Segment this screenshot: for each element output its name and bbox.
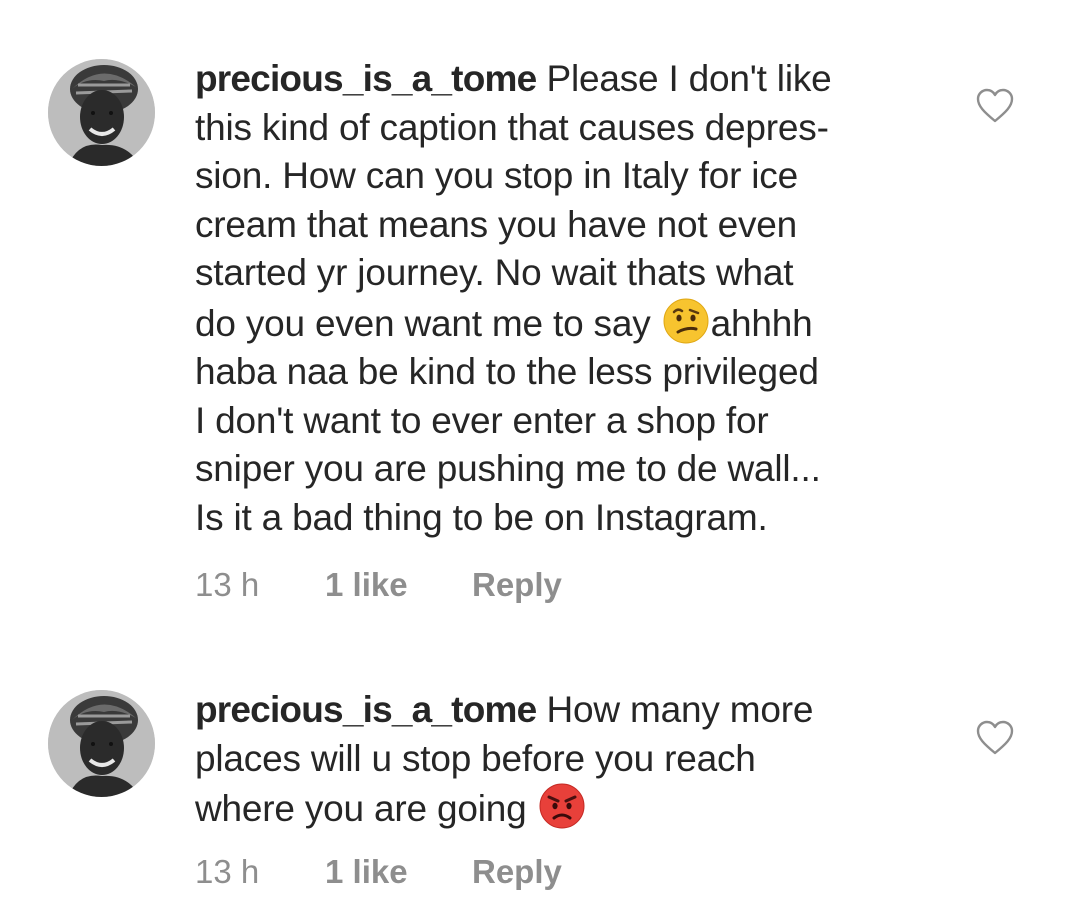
comment-line: sion. How can you stop in Italy for ice xyxy=(195,155,798,196)
confused-face-emoji xyxy=(663,298,709,343)
comment-line: precious_is_a_tome How many more xyxy=(195,686,925,735)
comment-line: where you are going xyxy=(195,783,925,834)
reply-button[interactable]: Reply xyxy=(472,852,562,892)
avatar[interactable] xyxy=(48,59,155,166)
username-link[interactable]: precious_is_a_tome xyxy=(195,58,537,99)
comment-line: places will u stop before you reach xyxy=(195,737,756,779)
likes-count-link[interactable]: 1 like xyxy=(325,565,408,605)
comment-line: I don't want to ever enter a shop for xyxy=(195,399,769,441)
like-heart-icon[interactable] xyxy=(976,720,1014,756)
timestamp: 13 h xyxy=(195,853,260,890)
comment-item: precious_is_a_tome Please I don't like t… xyxy=(0,0,1079,620)
comment-text: precious_is_a_tome Please I don't like t… xyxy=(195,55,925,542)
avatar-image xyxy=(48,690,155,797)
comment-line: do you even want me to say ahhhh xyxy=(195,298,925,349)
comment-line: Is it a bad thing to be on Instagram. xyxy=(195,496,768,538)
likes-count-link[interactable]: 1 like xyxy=(325,852,408,892)
comment-text-segment: Please I don't like xyxy=(536,58,832,99)
comment-line: sniper you are pushing me to de wall... xyxy=(195,448,821,489)
comment-line: haba naa be kind to the less privileged xyxy=(195,351,819,392)
avatar[interactable] xyxy=(48,690,155,797)
angry-face-emoji xyxy=(539,783,585,829)
username-link[interactable]: precious_is_a_tome xyxy=(195,689,537,730)
comment-text: precious_is_a_tome How many more places … xyxy=(195,686,925,834)
comment-text-segment: How many more xyxy=(536,689,814,730)
timestamp: 13 h xyxy=(195,566,260,603)
comment-item: precious_is_a_tome How many more places … xyxy=(0,620,1079,923)
comment-line: started yr journey. No wait thats what xyxy=(195,252,794,293)
reply-button[interactable]: Reply xyxy=(472,565,562,605)
comment-line: precious_is_a_tome Please I don't like xyxy=(195,55,925,104)
avatar-image xyxy=(48,59,155,166)
comment-text-segment: do you even want me to say xyxy=(195,302,661,344)
comment-line: cream that means you have not even xyxy=(195,203,798,245)
comment-text-segment: ahhhh xyxy=(710,302,813,344)
like-heart-icon[interactable] xyxy=(976,88,1014,124)
comment-line: this kind of caption that causes depres- xyxy=(195,106,829,148)
comment-text-segment: where you are going xyxy=(195,788,537,829)
